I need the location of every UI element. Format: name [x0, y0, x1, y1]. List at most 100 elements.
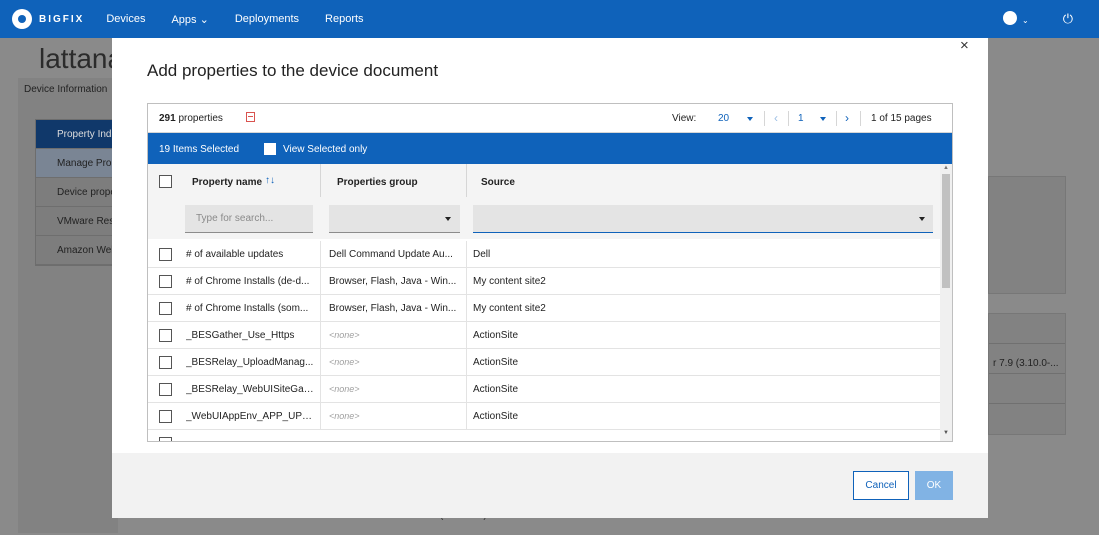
source-cell: ActionSite	[473, 357, 519, 368]
scroll-up-icon[interactable]: ▲	[943, 165, 949, 171]
menu-item-manage-properties[interactable]: Manage Pro	[36, 149, 114, 178]
table-row[interactable]: # of Chrome Installs (som... Browser, Fl…	[148, 295, 940, 322]
property-name-cell: # of available updates	[186, 249, 284, 260]
table-row[interactable]: _WebUIAppEnv_APP_UPD... <none> ActionSit…	[148, 403, 940, 430]
row-checkbox[interactable]	[159, 275, 172, 288]
table-row[interactable]: _BESRelay_UploadManag... <none> ActionSi…	[148, 349, 940, 376]
selection-bar: 19 Items Selected View Selected only	[148, 133, 952, 164]
divider	[836, 111, 837, 126]
property-name-cell: # of Chrome Installs (som...	[186, 303, 309, 314]
column-divider	[320, 322, 321, 349]
view-selected-only-label[interactable]: View Selected only	[283, 144, 367, 155]
scrollbar-thumb[interactable]	[942, 174, 950, 288]
source-cell: My content site2	[473, 276, 546, 287]
column-divider	[320, 295, 321, 322]
bigfix-logo[interactable]: BIGFIX	[12, 9, 84, 29]
select-all-checkbox[interactable]	[159, 175, 172, 188]
property-name-cell: _BESGather_Use_Https	[186, 330, 295, 341]
background-menu: Property Ind Manage Pro Device prope VMw…	[35, 119, 115, 266]
cancel-button[interactable]: Cancel	[853, 471, 909, 500]
card-row	[989, 374, 1065, 404]
ok-button[interactable]: OK	[915, 471, 953, 500]
menu-item-device-properties[interactable]: Device prope	[36, 178, 114, 207]
properties-group-cell: Dell Command Update Au...	[329, 249, 453, 260]
chevron-down-icon	[445, 217, 451, 221]
row-checkbox[interactable]	[159, 302, 172, 315]
menu-item-vmware[interactable]: VMware Res	[36, 207, 114, 236]
filter-row	[148, 197, 940, 239]
table-row[interactable]: # of available updates Dell Command Upda…	[148, 241, 940, 268]
previous-page-button[interactable]: ‹	[774, 111, 778, 125]
chevron-down-icon	[919, 217, 925, 221]
menu-item-property-index[interactable]: Property Ind	[36, 120, 114, 149]
nav-deployments[interactable]: Deployments	[235, 13, 299, 25]
property-search-input[interactable]	[185, 205, 313, 233]
row-checkbox[interactable]	[159, 410, 172, 423]
table-scrollbar[interactable]: ▲ ▼	[940, 164, 952, 441]
divider	[764, 111, 765, 126]
table-row[interactable]	[148, 430, 940, 441]
properties-group-filter-select[interactable]	[329, 205, 460, 233]
table-row[interactable]: # of Chrome Installs (de-d... Browser, F…	[148, 268, 940, 295]
next-page-button[interactable]: ›	[845, 111, 849, 125]
page-size-value: 20	[718, 113, 730, 124]
nav-apps-label: Apps	[171, 13, 197, 26]
card-row: r 7.9 (3.10.0-...	[989, 344, 1065, 374]
property-name-cell: _BESRelay_UploadManag...	[186, 357, 314, 368]
row-checkbox[interactable]	[159, 437, 172, 441]
device-title: lattana	[39, 43, 124, 74]
close-icon[interactable]: ×	[960, 37, 969, 54]
chevron-down-icon: ⌄	[199, 13, 209, 26]
nav-apps[interactable]: Apps ⌄	[171, 13, 208, 26]
chevron-down-icon: ⌄	[1022, 15, 1029, 25]
column-divider	[466, 268, 467, 295]
source-cell: ActionSite	[473, 330, 519, 341]
column-header-property-name[interactable]: Property name	[192, 177, 262, 188]
property-name-cell: _WebUIAppEnv_APP_UPD...	[186, 411, 316, 422]
column-divider	[466, 403, 467, 430]
column-header-source[interactable]: Source	[481, 177, 515, 188]
power-icon[interactable]: ⏻	[1063, 11, 1073, 27]
row-checkbox[interactable]	[159, 383, 172, 396]
menu-item-amazon[interactable]: Amazon Wel	[36, 236, 114, 265]
sort-icon[interactable]: ↑↓	[265, 175, 275, 186]
properties-group-cell: Browser, Flash, Java - Win...	[329, 276, 457, 287]
column-header-properties-group[interactable]: Properties group	[337, 177, 418, 188]
column-divider	[466, 349, 467, 376]
settings-menu[interactable]: ⌄	[1004, 12, 1029, 26]
nav-reports[interactable]: Reports	[325, 13, 364, 25]
page-count-text: 1 of 15 pages	[871, 113, 932, 124]
properties-table-panel: 291 properties View: 20 ‹ 1 › 1 of 15 pa…	[147, 103, 953, 442]
column-divider	[320, 268, 321, 295]
column-divider	[466, 241, 467, 268]
properties-group-cell: <none>	[329, 330, 360, 340]
source-filter-select[interactable]	[473, 205, 933, 233]
properties-group-cell: <none>	[329, 357, 360, 367]
tab-device-information[interactable]: Device Information	[24, 84, 107, 95]
table-row[interactable]: _BESGather_Use_Https <none> ActionSite	[148, 322, 940, 349]
bigfix-logo-icon	[12, 9, 32, 29]
page-number-value: 1	[798, 113, 804, 124]
nav-devices[interactable]: Devices	[106, 13, 145, 25]
column-divider	[320, 349, 321, 376]
background-card: r 7.9 (3.10.0-...	[988, 313, 1066, 435]
scroll-down-icon[interactable]: ▼	[943, 430, 949, 436]
view-selected-only-checkbox[interactable]	[264, 143, 276, 155]
page-size-select[interactable]: 20	[718, 113, 729, 124]
row-checkbox[interactable]	[159, 329, 172, 342]
column-divider	[320, 241, 321, 268]
dialog-title: Add properties to the device document	[147, 61, 439, 80]
background-card	[988, 176, 1066, 294]
chevron-down-icon	[820, 117, 826, 121]
row-checkbox[interactable]	[159, 356, 172, 369]
column-divider	[466, 322, 467, 349]
export-icon[interactable]	[246, 112, 255, 122]
add-properties-dialog: Add properties to the device document × …	[112, 37, 988, 518]
divider	[860, 111, 861, 126]
selected-count: 19 Items Selected	[159, 144, 240, 155]
dialog-footer: Cancel OK	[112, 453, 988, 518]
row-checkbox[interactable]	[159, 248, 172, 261]
property-name-cell: _BESRelay_WebUISiteGath...	[186, 384, 316, 395]
page-select[interactable]: 1	[798, 113, 804, 124]
table-row[interactable]: _BESRelay_WebUISiteGath... <none> Action…	[148, 376, 940, 403]
